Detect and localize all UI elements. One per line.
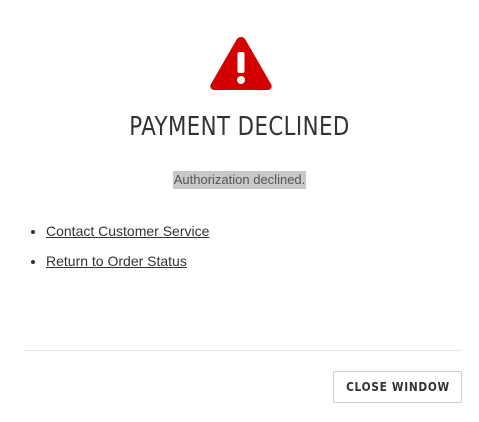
help-links-list: Contact Customer Service Return to Order…: [28, 222, 209, 282]
error-message: Authorization declined.: [172, 171, 307, 189]
payment-declined-dialog: PAYMENT DECLINED Authorization declined.…: [0, 0, 479, 422]
close-window-label: CLOSE WINDOW: [345, 380, 450, 394]
list-item: Return to Order Status: [46, 252, 209, 282]
warning-triangle-icon: [208, 34, 274, 92]
return-to-order-status-link[interactable]: Return to Order Status: [46, 253, 187, 269]
contact-customer-service-link[interactable]: Contact Customer Service: [46, 223, 209, 239]
footer-divider: [23, 350, 462, 351]
close-window-button[interactable]: CLOSE WINDOW: [333, 371, 462, 403]
message-container: Authorization declined.: [0, 171, 479, 189]
dialog-title: PAYMENT DECLINED: [129, 112, 350, 142]
list-item: Contact Customer Service: [46, 222, 209, 252]
